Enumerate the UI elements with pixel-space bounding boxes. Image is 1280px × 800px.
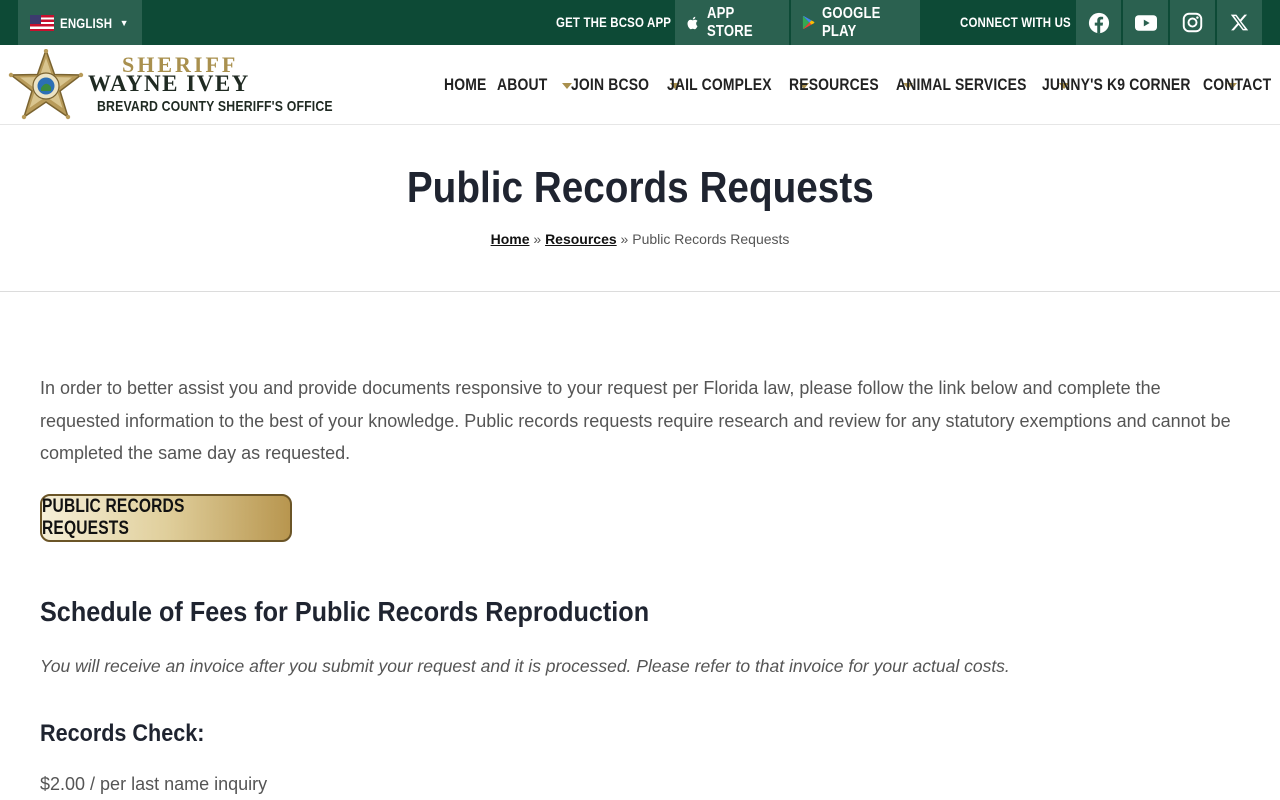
instagram-link[interactable] [1170,0,1215,45]
records-check-heading: Records Check: [40,720,223,748]
google-play-icon [802,16,815,29]
nav-label: CONTACT [1203,75,1272,94]
fees-heading: Schedule of Fees for Public Records Repr… [40,596,717,628]
nav-item-resources[interactable]: RESOURCES [789,75,913,95]
nav-item-contact[interactable]: CONTACT [1203,75,1280,95]
intro-paragraph: In order to better assist you and provid… [40,378,1231,463]
apple-icon [687,16,698,29]
nav-label: ANIMAL SERVICES [896,75,1027,94]
nav-item-about[interactable]: ABOUT [497,75,573,95]
x-icon [1230,14,1249,31]
instagram-icon [1182,12,1203,33]
nav-label: ABOUT [497,75,548,94]
page-header: Public Records Requests Home » Resources… [0,125,1280,292]
button-label: PUBLIC RECORDS REQUESTS [42,496,185,539]
nav-label: JOIN BCSO [571,75,650,94]
get-app-label: GET THE BCSO APP [556,14,672,30]
top-bar: ENGLISH ▼ GET THE BCSO APP APP STORE GOO… [0,0,1280,45]
fees-note: You will receive an invoice after you su… [40,656,1010,676]
nav-item-jail-complex[interactable]: JAIL COMPLEX [667,75,809,95]
google-play-label: GOOGLE PLAY [821,4,881,40]
breadcrumb-separator: » [620,231,629,247]
page-title: Public Records Requests [0,163,1280,213]
us-flag-icon [30,14,54,31]
youtube-icon [1134,14,1157,31]
records-check-heading-text: Records Check: [40,720,205,747]
x-link[interactable] [1217,0,1262,45]
brand-office: BREVARD COUNTY SHERIFF'S OFFICE [97,98,385,115]
fees-heading-text: Schedule of Fees for Public Records Repr… [40,596,650,627]
sheriff-star-icon[interactable] [8,49,84,123]
nav-label: JUNNY'S K9 CORNER [1042,75,1191,94]
breadcrumb-home-link[interactable]: Home [491,231,530,247]
breadcrumb: Home » Resources » Public Records Reques… [0,231,1280,247]
app-store-button[interactable]: APP STORE [675,0,789,45]
public-records-requests-button[interactable]: PUBLIC RECORDS REQUESTS [40,494,292,542]
facebook-icon [1088,12,1109,33]
breadcrumb-separator: » [533,231,542,247]
facebook-link[interactable] [1076,0,1121,45]
nav-label: RESOURCES [789,75,879,94]
app-store-label: APP STORE [706,4,753,40]
brand-name[interactable]: WAYNE IVEY [88,71,250,97]
breadcrumb-current: Public Records Requests [632,231,790,247]
nav-item-home[interactable]: HOME [444,75,496,95]
nav-label: HOME [444,75,487,94]
language-label: ENGLISH [60,14,113,31]
site-header: SHERIFF WAYNE IVEY BREVARD COUNTY SHERIF… [0,45,1280,125]
records-check-fee: $2.00 / per last name inquiry [40,774,268,794]
page-title-text: Public Records Requests [406,163,874,212]
nav-label: JAIL COMPLEX [667,75,772,94]
nav-item-join-bcso[interactable]: JOIN BCSO [571,75,681,95]
chevron-down-icon: ▼ [119,17,129,28]
language-selector[interactable]: ENGLISH ▼ [18,0,142,45]
youtube-link[interactable] [1123,0,1168,45]
brand-office-text: BREVARD COUNTY SHERIFF'S OFFICE [97,98,333,115]
breadcrumb-resources-link[interactable]: Resources [545,231,617,247]
connect-label: CONNECT WITH US [960,14,1071,30]
google-play-button[interactable]: GOOGLE PLAY [791,0,920,45]
